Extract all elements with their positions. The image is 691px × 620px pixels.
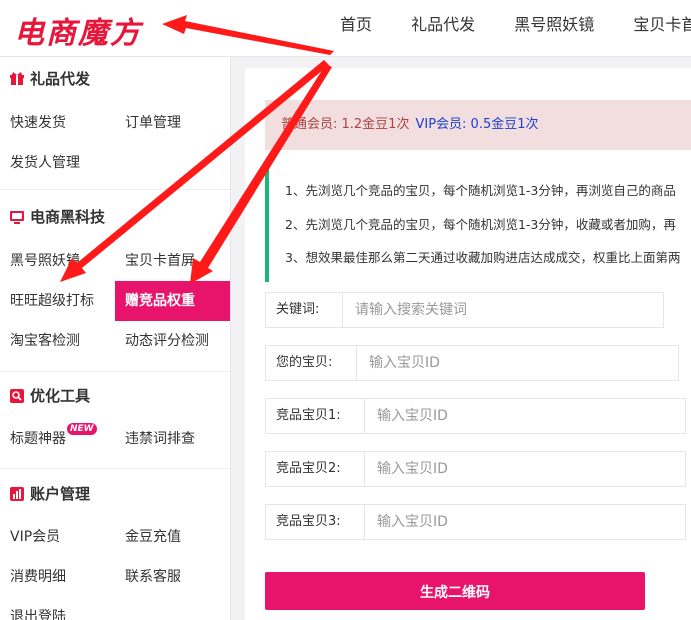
competitor-2-input[interactable]	[365, 452, 685, 486]
keyword-input[interactable]	[343, 293, 663, 327]
competitor-2-field: 竞品宝贝2:	[265, 451, 686, 487]
my-item-input[interactable]	[357, 346, 678, 380]
sidebar-item-vip[interactable]: VIP会员	[0, 517, 115, 557]
competitor-3-label: 竞品宝贝3:	[266, 505, 365, 539]
competitor-1-input[interactable]	[365, 399, 685, 433]
divider	[0, 189, 230, 190]
site-logo[interactable]: 电商魔方	[14, 8, 142, 52]
search-doc-icon	[10, 388, 24, 403]
sidebar-item-logout[interactable]: 退出登陆	[0, 597, 115, 620]
sidebar-item-dsr-check[interactable]: 动态评分检测	[115, 321, 230, 361]
nav-home[interactable]: 首页	[340, 0, 372, 50]
sidebar-item-first-screen[interactable]: 宝贝卡首屏	[115, 241, 230, 281]
sidebar-item-wangwang-tag[interactable]: 旺旺超级打标	[0, 281, 115, 321]
competitor-1-label: 竞品宝贝1:	[266, 399, 365, 433]
competitor-1-field: 竞品宝贝1:	[265, 398, 686, 434]
top-nav: 首页 礼品代发 黑号照妖镜 宝贝卡首	[340, 0, 691, 56]
gift-icon	[10, 71, 24, 85]
sidebar-item-title-tool[interactable]: 标题神器 NEW	[0, 419, 115, 459]
nav-item-first-screen[interactable]: 宝贝卡首	[633, 0, 691, 50]
pricing-notice: 普通会员: 1.2金豆1次 VIP会员: 0.5金豆1次	[265, 100, 691, 150]
sidebar-item-sender[interactable]: 发货人管理	[0, 143, 115, 183]
keyword-label: 关键词:	[266, 293, 343, 327]
competitor-2-label: 竞品宝贝2:	[266, 452, 365, 486]
sidebar-item-banned-words[interactable]: 违禁词排查	[115, 419, 230, 459]
section-title-label: 账户管理	[30, 485, 91, 503]
section-title-gift: 礼品代发	[10, 69, 90, 89]
competitor-3-field: 竞品宝贝3:	[265, 504, 686, 540]
tips-box: 1、先浏览几个竞品的宝贝，每个随机浏览1-3分钟，再浏览自己的商品 2、先浏览几…	[265, 166, 691, 282]
my-item-field: 您的宝贝:	[265, 345, 679, 381]
tip-line: 3、想效果最佳那么第二天通过收藏加购进店达成成交，权重比上面第两	[285, 250, 681, 265]
section-title-optimize: 优化工具	[10, 386, 90, 406]
screen-icon	[10, 209, 24, 224]
nav-black-account-check[interactable]: 黑号照妖镜	[514, 0, 594, 50]
sidebar: 礼品代发 快速发货 订单管理 发货人管理 电商黑科技 黑号照妖镜 宝贝卡首屏 旺…	[0, 57, 231, 620]
tip-line: 1、先浏览几个竞品的宝贝，每个随机浏览1-3分钟，再浏览自己的商品	[285, 183, 676, 198]
sidebar-item-quick-ship[interactable]: 快速发货	[0, 103, 115, 143]
vip-member-price: VIP会员: 0.5金豆1次	[415, 117, 539, 132]
section-title-label: 优化工具	[30, 387, 91, 405]
sidebar-item-label: 标题神器	[10, 431, 66, 447]
sidebar-item-spending[interactable]: 消费明细	[0, 557, 115, 597]
sidebar-item-orders[interactable]: 订单管理	[115, 103, 230, 143]
sidebar-item-black-account[interactable]: 黑号照妖镜	[0, 241, 115, 281]
tip-line: 2、先浏览几个竞品的宝贝，每个随机浏览1-3分钟，收藏或者加购，再	[285, 217, 676, 232]
main-content: 普通会员: 1.2金豆1次 VIP会员: 0.5金豆1次 1、先浏览几个竞品的宝贝…	[245, 68, 691, 620]
normal-member-price: 普通会员: 1.2金豆1次	[281, 117, 410, 132]
divider	[0, 371, 230, 372]
nav-gift-shipping[interactable]: 礼品代发	[411, 0, 475, 50]
my-item-label: 您的宝贝:	[266, 346, 357, 380]
top-header: 电商魔方 首页 礼品代发 黑号照妖镜 宝贝卡首	[0, 0, 691, 57]
sidebar-item-competitor-weight[interactable]: 赠竞品权重	[115, 281, 230, 321]
section-title-tech: 电商黑科技	[10, 207, 105, 227]
sidebar-item-taobaoke-check[interactable]: 淘宝客检测	[0, 321, 115, 361]
section-title-label: 电商黑科技	[30, 208, 106, 226]
competitor-3-input[interactable]	[365, 505, 685, 539]
sidebar-item-support[interactable]: 联系客服	[115, 557, 230, 597]
divider	[0, 468, 230, 469]
section-title-label: 礼品代发	[30, 70, 91, 88]
sidebar-item-recharge[interactable]: 金豆充值	[115, 517, 230, 557]
new-badge: NEW	[67, 423, 97, 435]
section-title-account: 账户管理	[10, 484, 90, 504]
generate-qrcode-button[interactable]: 生成二维码	[265, 572, 645, 610]
keyword-field: 关键词:	[265, 292, 664, 328]
bar-chart-icon	[10, 486, 24, 501]
